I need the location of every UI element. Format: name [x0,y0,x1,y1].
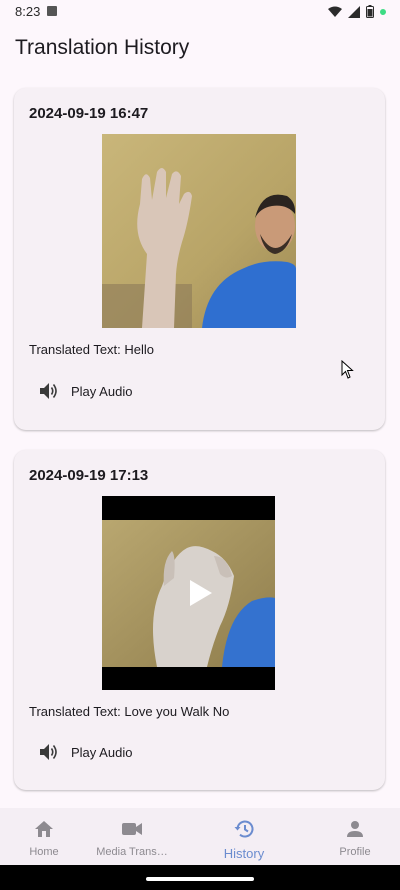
system-gesture-bar [0,865,400,890]
translation-image[interactable] [102,134,296,328]
home-gesture-handle[interactable] [146,877,254,881]
status-bar: 8:23 [0,0,400,24]
wifi-icon [328,6,342,17]
signal-icon [348,5,360,18]
nav-home[interactable]: Home [14,808,74,865]
play-audio-button[interactable]: Play Audio [39,378,132,404]
nav-label: Media Trans… [96,846,168,858]
play-audio-button[interactable]: Play Audio [39,739,132,765]
translated-text: Translated Text: Love you Walk No [29,704,230,719]
status-time: 8:23 [15,4,41,19]
mouse-cursor-icon [341,360,354,379]
home-icon [35,821,53,837]
nav-profile[interactable]: Profile [326,808,384,865]
history-date: 2024-09-19 16:47 [29,105,149,122]
play-icon[interactable] [188,578,214,608]
volume-icon [40,744,57,760]
translated-text: Translated Text: Hello [29,342,155,357]
battery-icon [366,5,374,18]
history-icon [234,820,254,838]
nav-label: Profile [339,846,371,858]
volume-icon [40,383,57,399]
nav-label: Home [29,846,59,858]
translation-video[interactable] [102,496,275,690]
nav-history[interactable]: History [214,808,274,865]
nav-media-translation[interactable]: Media Trans… [88,808,176,865]
videocam-icon [122,823,142,835]
status-icons [328,5,386,18]
history-date: 2024-09-19 17:13 [29,467,149,484]
notification-icon [47,6,57,16]
play-audio-label: Play Audio [71,383,133,399]
bottom-navigation: Home Media Trans… History Profile [0,808,400,865]
page-title: Translation History [15,36,190,59]
play-audio-label: Play Audio [71,744,133,760]
history-card: 2024-09-19 16:47 Translated Text: Hello [14,88,385,430]
nav-label: History [223,846,265,861]
person-icon [347,821,363,837]
history-card: 2024-09-19 17:13 Translated Text: Love y… [14,450,385,790]
charging-dot-icon [380,8,386,15]
